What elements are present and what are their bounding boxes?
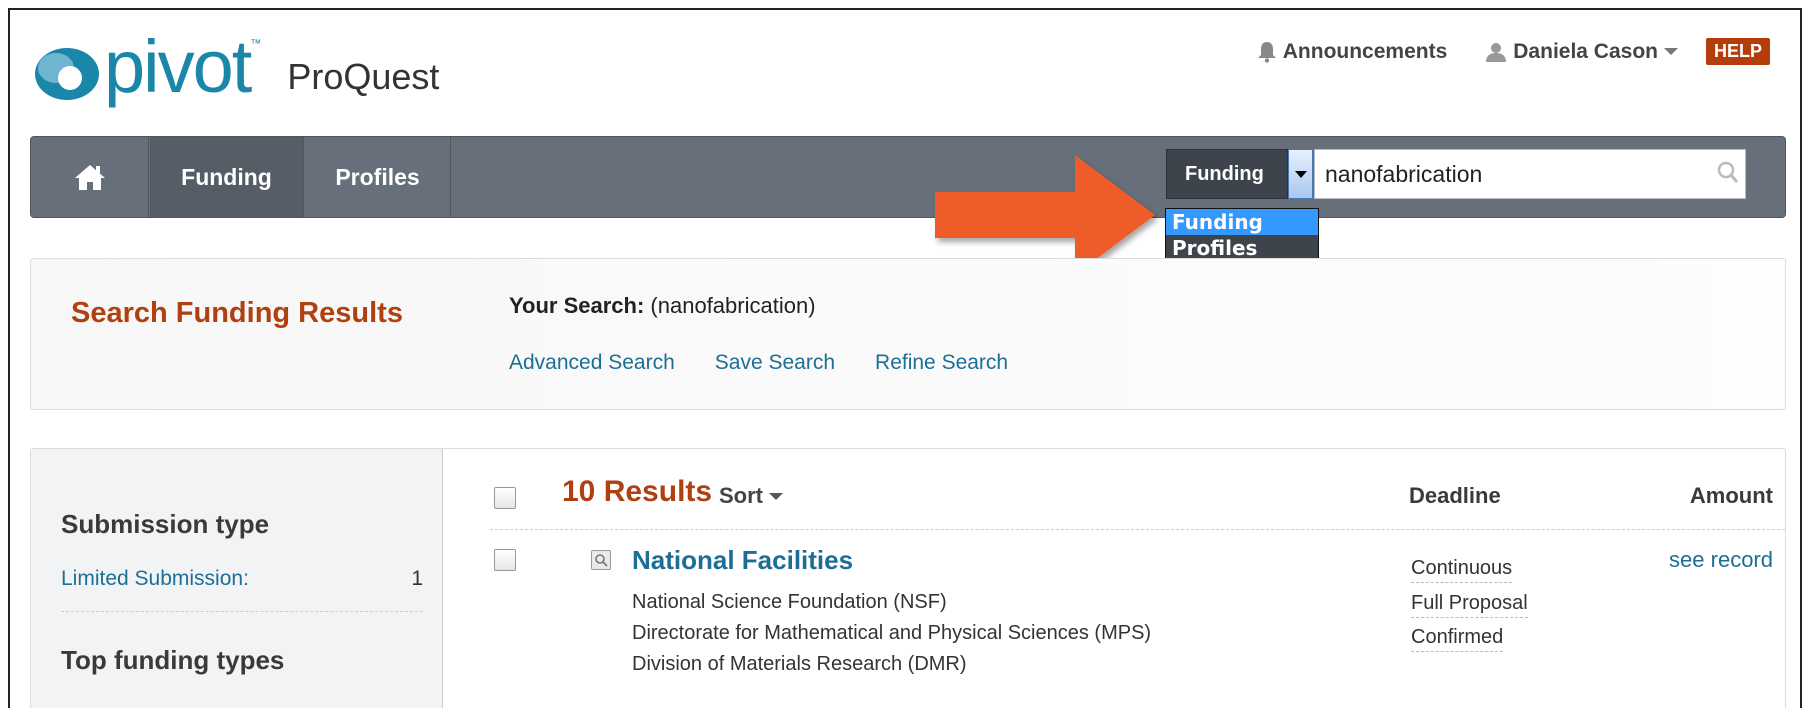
tab-funding[interactable]: Funding <box>150 137 304 217</box>
result-directorate: Directorate for Mathematical and Physica… <box>632 622 1152 644</box>
filter-count: 1 <box>411 567 423 590</box>
sort-label: Sort <box>719 483 763 508</box>
preview-icon[interactable] <box>591 550 611 570</box>
filter-label: Limited Submission: <box>61 567 249 590</box>
result-checkbox[interactable] <box>494 549 516 571</box>
filter-sidebar: Submission type Limited Submission: 1 To… <box>31 449 443 708</box>
search-scope-dropdown: Funding Profiles <box>1165 208 1319 262</box>
your-search-value: (nanofabrication) <box>644 293 816 318</box>
deadline-type: Continuous <box>1411 557 1513 583</box>
column-header-deadline[interactable]: Deadline <box>1409 483 1501 509</box>
home-icon <box>74 165 105 190</box>
filter-limited-submission[interactable]: Limited Submission: 1 <box>61 567 423 612</box>
submission-type-heading: Submission type <box>61 509 270 539</box>
tab-profiles[interactable]: Profiles <box>305 137 451 217</box>
page-title: Search Funding Results <box>71 297 403 329</box>
see-record-link[interactable]: see record <box>1669 547 1773 573</box>
logo-proquest: ProQuest <box>287 56 440 97</box>
user-icon <box>1486 42 1507 62</box>
pivot-logo-icon <box>35 48 99 100</box>
search-results-header: Search Funding Results Your Search: (nan… <box>30 258 1786 410</box>
search-icon[interactable] <box>1717 161 1739 185</box>
your-search-label: Your Search: <box>509 293 645 318</box>
chevron-down-icon <box>769 492 783 500</box>
advanced-search-link[interactable]: Advanced Search <box>509 351 675 375</box>
search-action-links: Advanced Search Save Search Refine Searc… <box>509 351 1048 375</box>
nav-home[interactable] <box>31 137 149 217</box>
magnifier-icon <box>595 554 608 567</box>
logo-trademark: ™ <box>250 38 262 50</box>
divider <box>490 529 1785 530</box>
user-name: Daniela Cason <box>1513 39 1658 63</box>
result-sponsor: National Science Foundation (NSF) <box>632 591 947 613</box>
chevron-down-icon <box>1663 48 1678 55</box>
announcements-link[interactable]: Announcements <box>1257 39 1448 64</box>
user-menu[interactable]: Daniela Cason <box>1485 40 1678 64</box>
top-right-menu: Announcements Daniela Cason HELP <box>1219 38 1770 65</box>
logo-wordmark: pivot <box>104 25 252 108</box>
announcements-label: Announcements <box>1282 39 1448 63</box>
app-frame: pivot ™ ProQuest Announcements Daniela C… <box>8 8 1802 708</box>
result-title-link[interactable]: National Facilities <box>632 545 853 576</box>
result-division: Division of Materials Research (DMR) <box>632 653 967 675</box>
refine-search-link[interactable]: Refine Search <box>875 351 1008 375</box>
chevron-down-icon <box>1294 170 1307 178</box>
your-search-summary: Your Search: (nanofabrication) <box>509 293 816 319</box>
results-list: 10 Results Sort Deadline Amount National… <box>444 449 1785 708</box>
main-navbar: Funding Profiles Funding <box>30 136 1786 218</box>
deadline-stage: Full Proposal <box>1411 592 1528 618</box>
pivot-logo[interactable]: pivot ™ ProQuest <box>34 25 440 108</box>
save-search-link[interactable]: Save Search <box>715 351 835 375</box>
deadline-status: Confirmed <box>1411 626 1504 652</box>
help-button[interactable]: HELP <box>1705 38 1770 65</box>
select-all-checkbox[interactable] <box>494 487 516 509</box>
search-scope-select[interactable]: Funding <box>1166 149 1288 199</box>
top-funding-types-heading: Top funding types <box>61 645 285 675</box>
scope-option-funding[interactable]: Funding <box>1166 209 1318 235</box>
results-area: Submission type Limited Submission: 1 To… <box>30 448 1786 708</box>
bell-icon <box>1257 41 1276 63</box>
search-scope-toggle[interactable] <box>1288 149 1313 199</box>
column-header-amount[interactable]: Amount <box>1690 483 1773 509</box>
sort-dropdown[interactable]: Sort <box>719 483 783 509</box>
search-input[interactable] <box>1314 149 1746 199</box>
results-count: 10 Results <box>562 475 713 508</box>
